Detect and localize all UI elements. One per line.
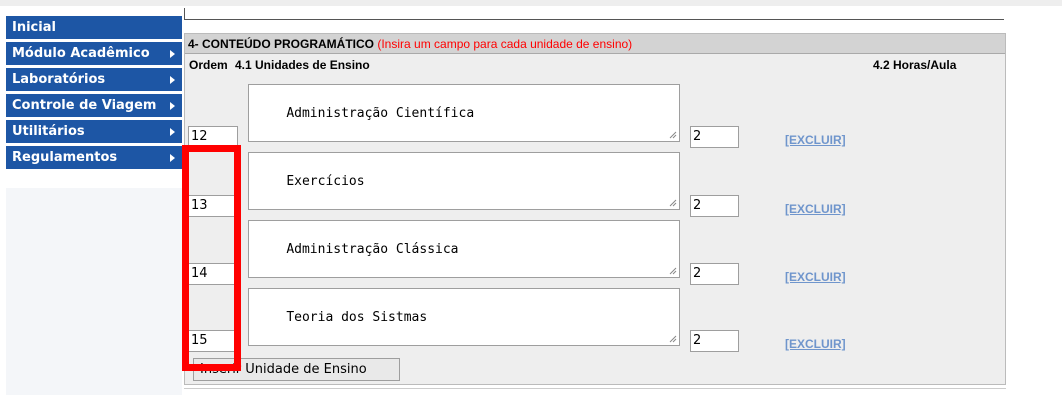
sidebar-item-label: Módulo Acadêmico: [12, 46, 150, 61]
content-top-border: [184, 8, 1004, 20]
sidebar-item-label: Regulamentos: [12, 150, 118, 165]
column-header-ordem: Ordem: [189, 58, 228, 72]
sidebar-item-label: Utilitários: [12, 124, 85, 139]
chevron-right-icon: [170, 128, 175, 136]
unidade-text: Administração Clássica: [286, 242, 459, 257]
unidade-textarea[interactable]: Administração Científica: [248, 84, 680, 142]
ordem-input[interactable]: 14: [188, 263, 238, 285]
sidebar-item-regulamentos[interactable]: Regulamentos: [6, 146, 182, 169]
horas-input[interactable]: 2: [690, 126, 739, 148]
unidade-textarea[interactable]: Administração Clássica: [248, 220, 680, 278]
sidebar-item-label: Inicial: [12, 20, 56, 35]
sidebar-item-controle-de-viagem[interactable]: Controle de Viagem: [6, 94, 182, 117]
sidebar-item-inicial[interactable]: Inicial: [6, 16, 182, 39]
unidade-textarea[interactable]: Teoria dos Sistmas: [248, 288, 680, 346]
excluir-link[interactable]: [EXCLUIR]: [785, 133, 846, 147]
unidade-text: Exercícios: [286, 174, 365, 189]
resize-grip-icon[interactable]: [669, 267, 677, 275]
top-strip: [0, 0, 1062, 6]
column-header-unidades: 4.1 Unidades de Ensino: [235, 58, 370, 72]
sidebar-item-modulo-academico[interactable]: Módulo Acadêmico: [6, 42, 182, 65]
section-title: 4- CONTEÚDO PROGRAMÁTICO: [188, 37, 374, 51]
unidade-text: Teoria dos Sistmas: [286, 310, 428, 325]
ordem-input[interactable]: 12: [188, 126, 238, 148]
inserir-unidade-button[interactable]: Inserir Unidade de Ensino: [193, 358, 400, 381]
chevron-right-icon: [170, 76, 175, 84]
horas-input[interactable]: 2: [690, 263, 739, 285]
section-hint: (Insira um campo para cada unidade de en…: [377, 37, 633, 51]
section-header: 4- CONTEÚDO PROGRAMÁTICO (Insira um camp…: [185, 34, 1005, 54]
sidebar-item-label: Controle de Viagem: [12, 98, 157, 113]
ordem-input[interactable]: 15: [188, 330, 238, 352]
conteudo-programatico-section: 4- CONTEÚDO PROGRAMÁTICO (Insira um camp…: [184, 33, 1006, 385]
excluir-link[interactable]: [EXCLUIR]: [785, 270, 846, 284]
ordem-input[interactable]: 13: [188, 195, 238, 217]
chevron-right-icon: [170, 102, 175, 110]
resize-grip-icon[interactable]: [669, 335, 677, 343]
resize-grip-icon[interactable]: [669, 131, 677, 139]
horas-input[interactable]: 2: [690, 330, 739, 352]
unidade-textarea[interactable]: Exercícios: [248, 152, 680, 210]
sidebar-item-label: Laboratórios: [12, 72, 106, 87]
excluir-link[interactable]: [EXCLUIR]: [785, 202, 846, 216]
sidebar-nav: Inicial Módulo Acadêmico Laboratórios Co…: [6, 16, 182, 172]
resize-grip-icon[interactable]: [669, 199, 677, 207]
chevron-right-icon: [170, 154, 175, 162]
sidebar-background: [6, 188, 182, 395]
sidebar-item-laboratorios[interactable]: Laboratórios: [6, 68, 182, 91]
unidade-text: Administração Científica: [286, 106, 475, 121]
column-header-horas: 4.2 Horas/Aula: [873, 58, 957, 72]
excluir-link[interactable]: [EXCLUIR]: [785, 337, 846, 351]
divider: [184, 388, 1006, 389]
chevron-right-icon: [170, 50, 175, 58]
horas-input[interactable]: 2: [690, 195, 739, 217]
sidebar-item-utilitarios[interactable]: Utilitários: [6, 120, 182, 143]
